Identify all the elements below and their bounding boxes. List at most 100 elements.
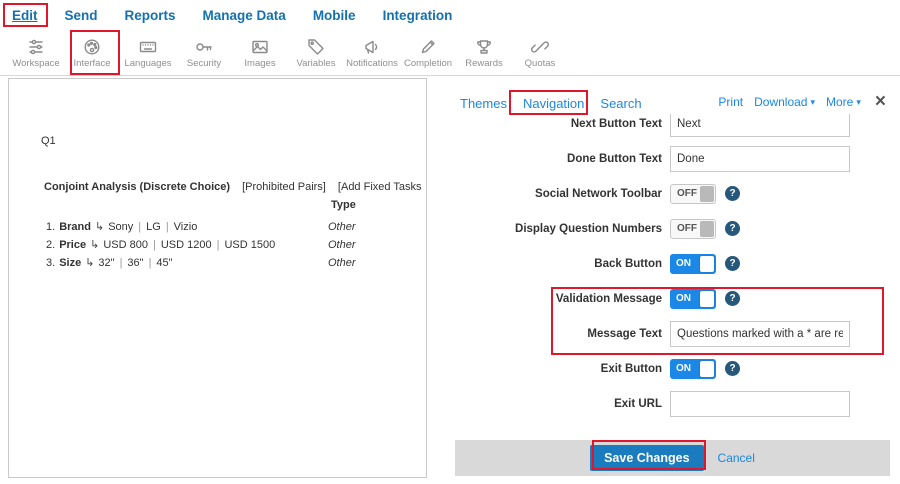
attribute-number: 3. [46, 257, 55, 269]
nav-item-send[interactable]: Send [65, 8, 98, 23]
toolbar-item-workspace[interactable]: Workspace [8, 31, 64, 75]
option-separator: | [217, 239, 220, 251]
attribute-number: 2. [46, 239, 55, 251]
message-text-input[interactable] [670, 321, 850, 347]
done-button-text-input[interactable] [670, 146, 850, 172]
toggle-state-label: ON [676, 363, 691, 374]
toolbar-item-security[interactable]: Security [176, 31, 232, 75]
field-label: Next Button Text [455, 118, 670, 130]
security-icon [194, 37, 214, 57]
nav-item-mobile[interactable]: Mobile [313, 8, 356, 23]
workspace-icon [26, 37, 46, 57]
variables-icon [306, 37, 326, 57]
chevron-down-icon: ▾ [856, 97, 861, 108]
toggle-state-label: OFF [677, 188, 697, 199]
field-label: Done Button Text [455, 153, 670, 165]
branch-arrow-icon: ↳ [90, 239, 99, 251]
tab-navigation[interactable]: Navigation [523, 96, 584, 111]
print-link[interactable]: Print [718, 95, 743, 109]
exit-url-input[interactable] [670, 391, 850, 417]
attribute-row: 3.Size↳32"|36"|45"Other [46, 254, 424, 272]
help-icon[interactable]: ? [725, 186, 740, 201]
completion-icon [418, 37, 438, 57]
toggle-state-label: ON [676, 293, 691, 304]
form-row-next-button-text: Next Button Text [455, 114, 890, 141]
nav-item-edit[interactable]: Edit [12, 8, 38, 23]
branch-arrow-icon: ↳ [95, 221, 104, 233]
field-control: ON? [670, 254, 740, 274]
toolbar-item-completion[interactable]: Completion [400, 31, 456, 75]
add-fixed-tasks-link[interactable]: [Add Fixed Tasks [338, 181, 422, 193]
panel-actions: Print Download▾ More▾ × [718, 95, 886, 109]
attribute-option: 45" [156, 257, 172, 269]
field-control: OFF? [670, 219, 740, 239]
next-button-text-input[interactable] [670, 114, 850, 137]
option-separator: | [166, 221, 169, 233]
form-row-exit-url: Exit URL [455, 386, 890, 421]
back-button-toggle[interactable]: ON [670, 254, 716, 274]
attribute-option: Vizio [174, 221, 198, 233]
prohibited-pairs-link[interactable]: [Prohibited Pairs] [242, 181, 326, 193]
tab-search[interactable]: Search [600, 96, 641, 111]
settings-tabs: Themes Navigation Search [460, 96, 642, 111]
help-icon[interactable]: ? [725, 221, 740, 236]
field-label: Display Question Numbers [455, 223, 670, 235]
display-question-numbers-toggle[interactable]: OFF [670, 219, 716, 239]
more-label: More [826, 95, 853, 109]
field-control [670, 146, 850, 172]
nav-item-manage-data[interactable]: Manage Data [203, 8, 286, 23]
toolbar-item-label: Images [244, 58, 275, 69]
attribute-option: USD 1500 [224, 239, 275, 251]
validation-message-toggle[interactable]: ON [670, 289, 716, 309]
rewards-icon [474, 37, 494, 57]
form-row-message-text: Message Text [455, 316, 890, 351]
toolbar-item-label: Completion [404, 58, 452, 69]
attribute-type: Other [328, 218, 356, 236]
toolbar-item-interface[interactable]: Interface [64, 31, 120, 75]
field-control: OFF? [670, 184, 740, 204]
option-separator: | [149, 257, 152, 269]
field-label: Social Network Toolbar [455, 188, 670, 200]
form-row-done-button-text: Done Button Text [455, 141, 890, 176]
toolbar-item-label: Quotas [525, 58, 556, 69]
toolbar-item-label: Rewards [465, 58, 503, 69]
attribute-option: 36" [127, 257, 143, 269]
field-control [670, 391, 850, 417]
social-network-toolbar-toggle[interactable]: OFF [670, 184, 716, 204]
branch-arrow-icon: ↳ [85, 257, 94, 269]
save-changes-button[interactable]: Save Changes [590, 445, 703, 471]
close-icon[interactable]: × [875, 95, 886, 109]
toolbar-item-notifications[interactable]: Notifications [344, 31, 400, 75]
toolbar-item-quotas[interactable]: Quotas [512, 31, 568, 75]
images-icon [250, 37, 270, 57]
help-icon[interactable]: ? [725, 361, 740, 376]
toolbar-item-variables[interactable]: Variables [288, 31, 344, 75]
attribute-number: 1. [46, 221, 55, 233]
attribute-name: Brand [59, 221, 91, 233]
form-row-validation-message: Validation Message ON? [455, 281, 890, 316]
download-link[interactable]: Download▾ [754, 95, 815, 109]
languages-icon [138, 37, 158, 57]
nav-item-integration[interactable]: Integration [383, 8, 453, 23]
field-label: Message Text [455, 328, 670, 340]
nav-item-reports[interactable]: Reports [125, 8, 176, 23]
more-link[interactable]: More▾ [826, 95, 861, 109]
exit-button-toggle[interactable]: ON [670, 359, 716, 379]
quotas-icon [530, 37, 550, 57]
cancel-link[interactable]: Cancel [718, 451, 755, 465]
toggle-knob [700, 186, 714, 202]
toolbar-item-label: Variables [297, 58, 336, 69]
field-label: Validation Message [455, 293, 670, 305]
question-title-line: Conjoint Analysis (Discrete Choice) [Pro… [44, 181, 426, 193]
help-icon[interactable]: ? [725, 291, 740, 306]
app-window: Edit Send Reports Manage Data Mobile Integrat… [0, 0, 900, 484]
toolbar-item-label: Languages [124, 58, 171, 69]
tab-themes[interactable]: Themes [460, 96, 507, 111]
attribute-row: 2.Price↳USD 800|USD 1200|USD 1500Other [46, 236, 424, 254]
attribute-option: USD 1200 [161, 239, 212, 251]
toolbar-item-languages[interactable]: Languages [120, 31, 176, 75]
help-icon[interactable]: ? [725, 256, 740, 271]
toolbar-item-images[interactable]: Images [232, 31, 288, 75]
toolbar-item-rewards[interactable]: Rewards [456, 31, 512, 75]
option-separator: | [120, 257, 123, 269]
